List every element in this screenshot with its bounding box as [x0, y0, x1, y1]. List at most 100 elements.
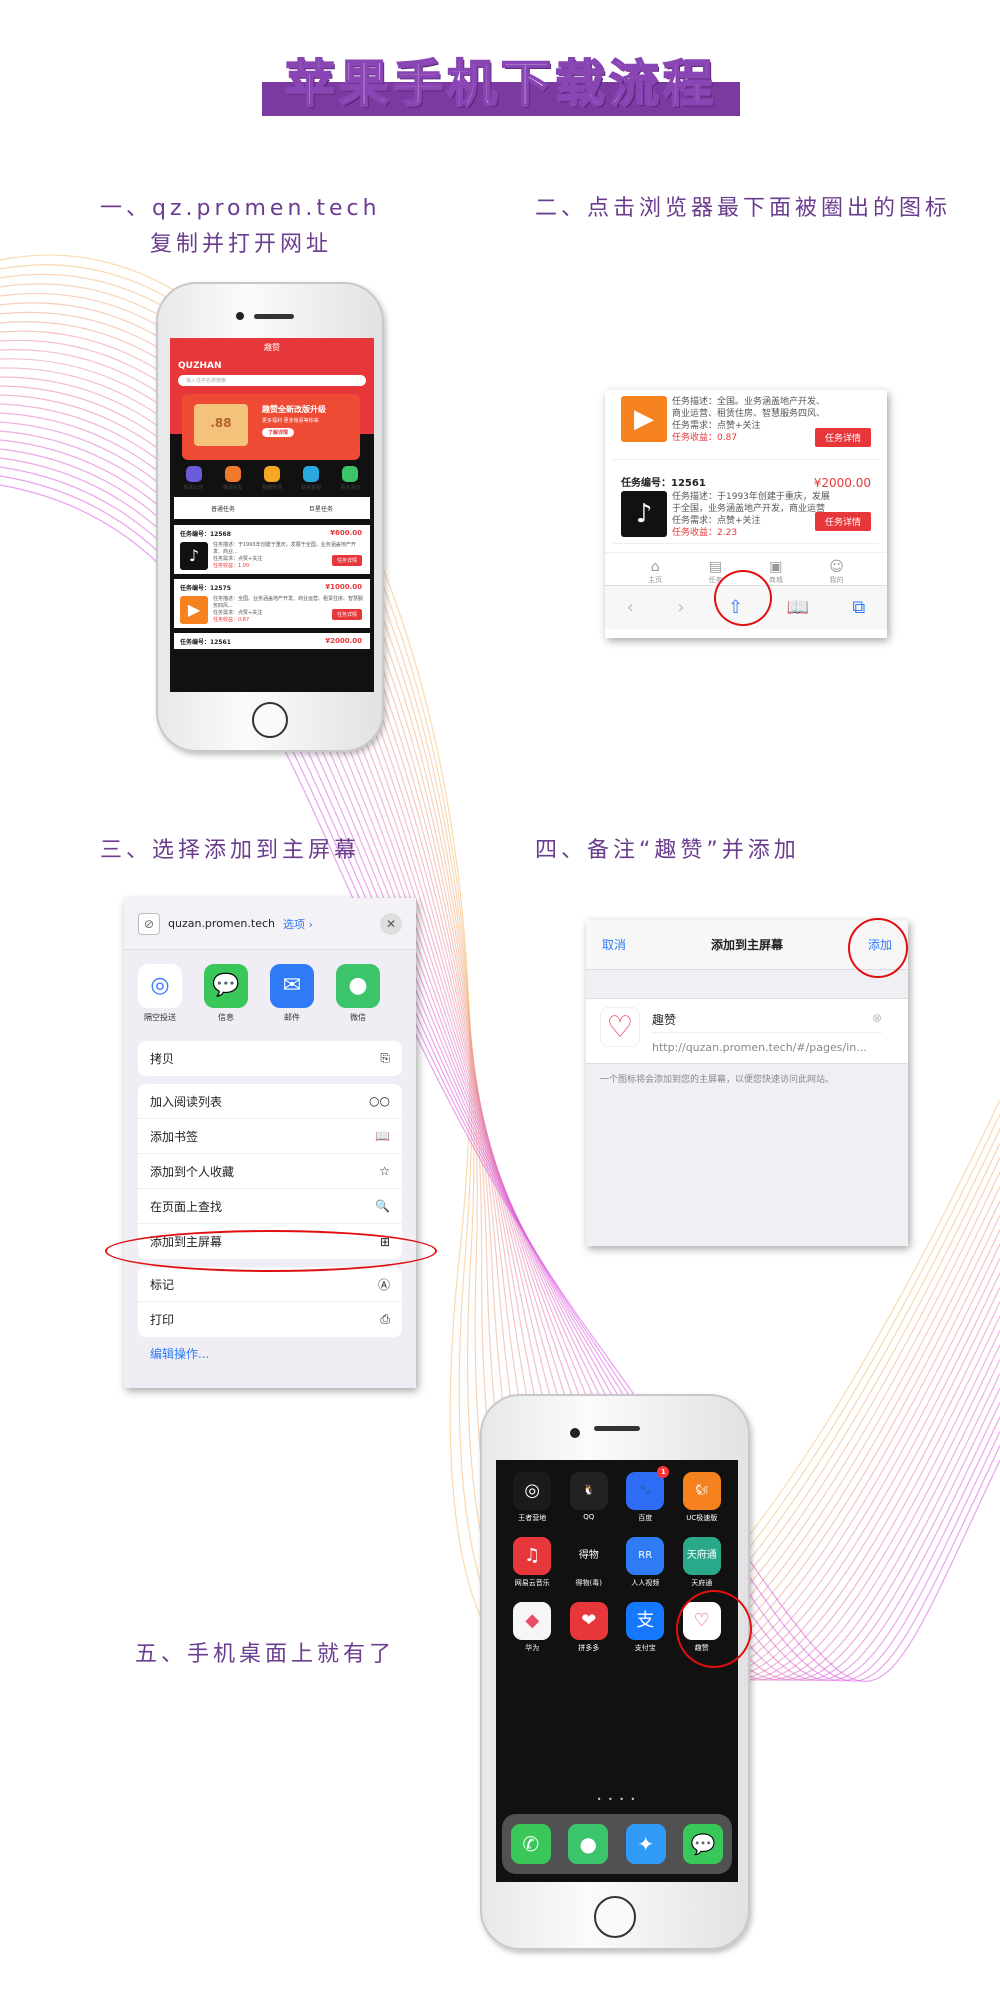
- compass-icon: ⊘: [138, 912, 160, 935]
- app-label: 华为: [525, 1644, 540, 1652]
- step-1-desc: 复制并打开网址: [150, 232, 333, 257]
- home-button[interactable]: [252, 702, 288, 738]
- share-app-wechat[interactable]: ● 微信: [336, 964, 380, 1023]
- home-app-1[interactable]: 🐧 QQ: [561, 1472, 617, 1523]
- task-card[interactable]: ▶ 任务描述：全国。业务涵盖地产开发、 商业运营、租赁住房、智慧服务四风、 任务需求…: [613, 390, 879, 460]
- clear-icon[interactable]: ⊗: [872, 1011, 882, 1025]
- tab-normal-tasks[interactable]: 普通任务: [174, 497, 272, 519]
- search-icon: 🔍: [375, 1199, 390, 1213]
- task-req: 任务需求：点赞+关注: [672, 421, 761, 431]
- share-sheet-panel: ⊘ quzan.promen.tech 选项 › ✕ ◎ 隔空投送 💬 信息 ✉ 邮件…: [124, 898, 416, 1388]
- cancel-button[interactable]: 取消: [602, 936, 626, 953]
- user-icon: ☺: [829, 559, 844, 575]
- share-app-mail[interactable]: ✉ 邮件: [270, 964, 314, 1023]
- quick-icon-item[interactable]: 联系客服: [301, 466, 321, 491]
- task-detail-button[interactable]: 任务详情: [331, 609, 362, 620]
- app-header-title: 趣赞: [264, 343, 280, 352]
- markup-icon: Ⓐ: [377, 1277, 390, 1292]
- home-app-5[interactable]: 得物 得物(毒): [561, 1537, 617, 1588]
- action-add-favorite[interactable]: 添加到个人收藏 ☆: [138, 1154, 402, 1189]
- shortcut-name-input[interactable]: 趣赞 ⊗: [652, 1007, 882, 1033]
- quick-icon-item[interactable]: 邀请好友: [223, 466, 243, 491]
- task-desc-2: 于全国，业务涵盖地产开发，商业运营: [672, 504, 826, 514]
- home-app-6[interactable]: RR 人人视频: [617, 1537, 673, 1588]
- action-print[interactable]: 打印 ⎙: [138, 1302, 402, 1337]
- task-desc: 任务描述：于1993年创建于重庆，发展于全国，业务涵盖地产开发、商业...: [213, 542, 356, 555]
- star-icon: ☆: [379, 1164, 390, 1178]
- action-find-on-page[interactable]: 在页面上查找 🔍: [138, 1189, 402, 1224]
- dock-phone-icon[interactable]: ✆: [510, 1824, 551, 1864]
- action-markup[interactable]: 标记 Ⓐ: [138, 1267, 402, 1302]
- home-app-0[interactable]: ◎ 王者营地: [504, 1472, 560, 1523]
- promo-banner[interactable]: .88 趣赞全新改版升级 更多福利 更多惊喜等你来 了解详情: [182, 394, 360, 460]
- share-app-messages[interactable]: 💬 信息: [204, 964, 248, 1023]
- dock: ✆ ● ✦ 💬: [502, 1814, 732, 1874]
- task-earn: 任务收益：0.87: [672, 433, 738, 443]
- app-label: 网易云音乐: [514, 1579, 550, 1587]
- action-group-1: 拷贝 ⎘: [138, 1041, 402, 1076]
- edit-actions-link[interactable]: 编辑操作...: [150, 1345, 390, 1362]
- nav-me[interactable]: ☺ 我的: [829, 559, 844, 585]
- app-label: UC极速版: [686, 1514, 718, 1522]
- back-icon[interactable]: ‹: [627, 597, 634, 618]
- home-app-3[interactable]: 🐿 UC极速版: [674, 1472, 730, 1523]
- more-icon: [342, 466, 359, 482]
- home-button[interactable]: [594, 1896, 636, 1938]
- home-app-2[interactable]: 🐾 百度 1: [617, 1466, 673, 1523]
- home-app-8[interactable]: ◆ 华为: [504, 1602, 560, 1653]
- page-title: 苹果手机下载流程: [284, 54, 717, 114]
- home-app-10[interactable]: 支支付宝: [617, 1602, 673, 1653]
- share-app-airdrop[interactable]: ◎ 隔空投送: [138, 964, 182, 1023]
- share-url: quzan.promen.tech: [168, 917, 275, 930]
- forward-icon[interactable]: ›: [677, 597, 684, 618]
- share-sheet-header: ⊘ quzan.promen.tech 选项 › ✕: [124, 898, 416, 950]
- app-icon: 🐿: [682, 1472, 721, 1510]
- task-detail-button[interactable]: 任务详情: [331, 555, 362, 566]
- home-app-4[interactable]: ♫ 网易云音乐: [504, 1537, 560, 1588]
- options-link[interactable]: 选项 ›: [283, 916, 313, 932]
- speaker: [254, 314, 294, 319]
- search-input[interactable]: 输入任务名称搜索: [178, 375, 366, 386]
- step-3-desc: 三、选择添加到主屏幕: [100, 838, 361, 863]
- nav-shop[interactable]: ▣ 商城: [769, 559, 783, 585]
- phone-1: 趣赞 QUZHAN 输入任务名称搜索 .88 趣赞全新改版升级 更多福利 更多惊…: [156, 282, 384, 752]
- nav-home[interactable]: ⌂ 主页: [648, 559, 662, 585]
- action-copy[interactable]: 拷贝 ⎘: [138, 1041, 402, 1076]
- banner-button[interactable]: 了解详情: [262, 428, 295, 437]
- bookmark-card: ♡ 趣赞 ⊗ http://quzan.promen.tech/#/pages/i…: [586, 998, 908, 1064]
- task-card[interactable]: 任务编号：12561 ¥2000.00: [174, 633, 370, 649]
- airdrop-icon: ◎: [138, 964, 182, 1008]
- quick-icon-item[interactable]: 更多活动: [340, 466, 360, 491]
- task-detail-button[interactable]: 任务详情: [814, 428, 871, 447]
- step-4-desc: 四、备注“趣赞”并添加: [535, 838, 800, 863]
- tabs-icon[interactable]: ⧉: [852, 597, 865, 618]
- quick-icon-item[interactable]: 新闻公告: [184, 466, 204, 491]
- dock-safari-icon[interactable]: ✦: [625, 1824, 666, 1864]
- add-home-hint: 一个图标将会添加到您的主屏幕，以便您快速访问此网站。: [600, 1075, 835, 1085]
- task-card[interactable]: 任务编号：12568 ¥600.00 ♪ 任务描述：于1993年创建于重庆，发展…: [174, 525, 370, 574]
- app-label: 人人视频: [631, 1579, 660, 1587]
- task-desc: 任务描述：于1993年创建于重庆，发展: [672, 492, 830, 502]
- home-app-7[interactable]: 天府通 天府通: [674, 1537, 730, 1588]
- dock-wechat-icon[interactable]: ●: [568, 1824, 609, 1864]
- task-desc-2: 商业运营、租赁住房、智慧服务四风、: [672, 409, 826, 419]
- shop-icon: ▣: [769, 559, 783, 575]
- banner-subtitle: 更多福利 更多惊喜等你来: [262, 418, 319, 424]
- action-reading-list[interactable]: 加入阅读列表 ○○: [138, 1084, 402, 1119]
- task-card[interactable]: 任务编号：12561 ¥2000.00 ♪ 任务描述：于1993年创建于重庆，发…: [613, 468, 879, 544]
- support-icon: [303, 466, 320, 482]
- action-add-bookmark[interactable]: 添加书签 📖: [138, 1119, 402, 1154]
- task-detail-button[interactable]: 任务详情: [814, 512, 871, 531]
- brand-logo: QUZHAN: [178, 361, 222, 371]
- close-icon[interactable]: ✕: [380, 912, 402, 935]
- tasks-icon: ▤: [708, 559, 723, 575]
- task-card[interactable]: 任务编号：12575 ¥1000.00 ▶ 任务描述：全国。业务涵盖地产开发、商…: [174, 579, 370, 628]
- tab-star-tasks[interactable]: 巨星任务: [272, 497, 370, 519]
- dock-messages-icon[interactable]: 💬: [683, 1824, 724, 1864]
- quick-icon-item[interactable]: 赛趣专场: [262, 466, 282, 491]
- bookmarks-icon[interactable]: 📖: [787, 597, 809, 618]
- task-desc: 任务描述：全国。业务涵盖地产开发、商业运营、租赁住房、智慧服务四风...: [213, 596, 364, 609]
- home-app-9[interactable]: ❤ 拼多多: [561, 1602, 617, 1653]
- app-label: QQ: [583, 1513, 595, 1521]
- action-group-3: 标记 Ⓐ 打印 ⎙: [138, 1267, 402, 1337]
